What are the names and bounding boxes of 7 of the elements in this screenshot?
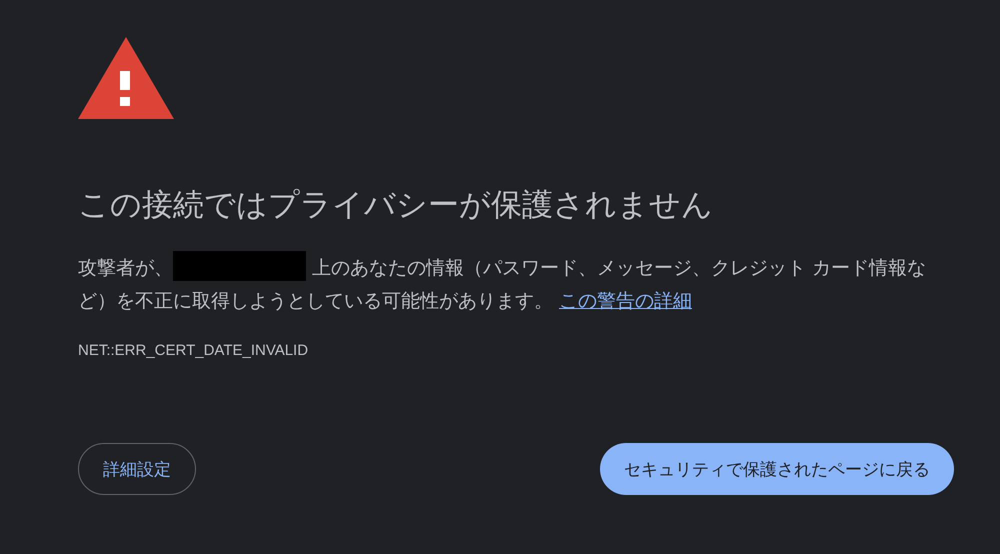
advanced-button[interactable]: 詳細設定: [78, 443, 196, 495]
warning-text: 攻撃者が、 上のあなたの情報（パスワード、メッセージ、クレジット カード情報など）を不正に取得しようとしている可能性があります。 この警告の詳細: [78, 251, 948, 318]
page-title: この接続ではプライバシーが保護されません: [78, 186, 714, 225]
back-to-safety-button[interactable]: セキュリティで保護されたページに戻る: [600, 443, 954, 495]
error-code: NET::ERR_CERT_DATE_INVALID: [78, 342, 310, 359]
warning-icon: [78, 37, 174, 119]
details-link[interactable]: この警告の詳細: [559, 290, 692, 312]
